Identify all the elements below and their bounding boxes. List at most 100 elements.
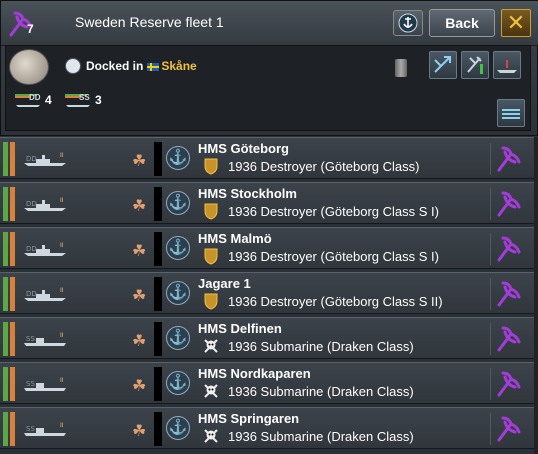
close-button[interactable]: ✕ xyxy=(501,9,531,37)
clover-icon: ☘ xyxy=(132,423,147,440)
clover-icon: ☘ xyxy=(132,243,147,260)
ship-name[interactable]: HMS Springaren xyxy=(198,411,299,426)
location-text: Docked in Skåne xyxy=(86,59,197,73)
ship-name[interactable]: HMS Delfinen xyxy=(198,321,282,336)
ship-row[interactable]: DD II ☘ ⚓ HMS Malmö 1936 Destroyer (Göteborg … xyxy=(0,227,538,269)
ship-type: 1936 Destroyer (Göteborg Class S I) xyxy=(228,249,439,264)
strength-bar xyxy=(3,412,8,446)
ship-name[interactable]: Jagare 1 xyxy=(198,276,251,291)
destroyer-silhouette-icon: DD II xyxy=(24,152,66,166)
destroyer-silhouette-icon: DD II xyxy=(24,242,66,256)
trident-icon xyxy=(497,281,521,307)
ship-row[interactable]: DD II ☘ ⚓ HMS Göteborg 1936 Destroyer (Götebo… xyxy=(0,137,538,179)
select-ship-button[interactable] xyxy=(490,233,527,265)
select-ship-button[interactable] xyxy=(490,188,527,220)
destroyer-silhouette-icon: DD II xyxy=(24,287,66,301)
anchor-icon: ⚓ xyxy=(166,371,190,395)
class-code: SS xyxy=(26,425,35,433)
class-code: SS xyxy=(26,380,35,388)
title-bar: 7 Sweden Reserve fleet 1 Back ✕ xyxy=(1,1,538,46)
gold-shield-icon xyxy=(204,248,218,265)
ship-row[interactable]: SS II ☘ ⚓ HMS Nordkaparen 1936 Submarine (Dra… xyxy=(0,362,538,404)
strength-bar xyxy=(3,187,8,221)
close-icon: ✕ xyxy=(506,10,526,35)
organization-bar xyxy=(10,322,15,356)
admiral-portrait[interactable] xyxy=(9,49,49,85)
ship-row[interactable]: SS II ☘ ⚓ HMS Springaren 1936 Submarine (Drak… xyxy=(0,407,538,449)
dd-count: 4 xyxy=(45,93,52,107)
rank-mark: II xyxy=(60,242,64,249)
clover-icon: ☘ xyxy=(132,153,147,170)
sortie-button[interactable] xyxy=(493,51,521,79)
fleet-mission-button[interactable] xyxy=(429,51,457,79)
organization-bar xyxy=(10,367,15,401)
destroyer-silhouette-icon: DD II xyxy=(24,197,66,211)
select-ship-button[interactable] xyxy=(490,368,527,400)
strength-bar xyxy=(3,232,8,266)
anchor-icon: ⚓ xyxy=(166,236,190,260)
fleet-size-count: 7 xyxy=(27,22,34,36)
select-ship-button[interactable] xyxy=(490,323,527,355)
rank-mark: II xyxy=(60,422,64,429)
harbor-button[interactable] xyxy=(393,10,423,36)
organization-bar xyxy=(10,232,15,266)
organization-bar xyxy=(10,412,15,446)
experience-bar xyxy=(154,142,162,176)
class-code: DD xyxy=(26,200,37,208)
submarine-silhouette-icon: SS II xyxy=(24,422,66,436)
trident-icon xyxy=(497,371,521,397)
ship-row[interactable]: DD II ☘ ⚓ Jagare 1 1936 Destroyer (Göteborg C… xyxy=(0,272,538,314)
rank-mark: II xyxy=(60,152,64,159)
clover-icon: ☘ xyxy=(132,198,147,215)
fleet-panel: 7 Sweden Reserve fleet 1 Back ✕ Docked i… xyxy=(0,0,538,136)
trident-icon xyxy=(497,326,521,352)
ship-type: 1936 Destroyer (Göteborg Class S I) xyxy=(228,204,439,219)
fuel-barrel-icon xyxy=(395,59,407,77)
select-ship-button[interactable] xyxy=(490,143,527,175)
anchor-icon: ⚓ xyxy=(166,146,190,170)
scrollbar[interactable] xyxy=(534,137,538,454)
clover-icon: ☘ xyxy=(132,378,147,395)
gold-shield-icon xyxy=(204,203,218,220)
rank-mark: II xyxy=(60,377,64,384)
repair-icon xyxy=(434,56,451,73)
wrench-icon xyxy=(467,56,483,74)
back-button[interactable]: Back xyxy=(429,9,495,37)
trident-icon xyxy=(497,236,521,262)
gold-shield-icon xyxy=(204,293,218,310)
select-ship-button[interactable] xyxy=(490,278,527,310)
refit-button[interactable] xyxy=(461,51,489,79)
submarine-silhouette-icon: SS II xyxy=(24,377,66,391)
ship-name[interactable]: HMS Göteborg xyxy=(198,141,289,156)
anchor-icon: ⚓ xyxy=(166,281,190,305)
fleet-composition-button[interactable] xyxy=(497,99,525,127)
harbor-icon xyxy=(398,13,418,33)
ship-row[interactable]: SS II ☘ ⚓ HMS Delfinen 1936 Submarine (Draken… xyxy=(0,317,538,359)
anchor-icon: ⚓ xyxy=(166,191,190,215)
class-code: DD xyxy=(26,245,37,253)
ship-name[interactable]: HMS Malmö xyxy=(198,231,272,246)
strength-bar xyxy=(3,322,8,356)
experience-bar xyxy=(154,412,162,446)
strength-bar xyxy=(3,367,8,401)
gold-shield-icon xyxy=(204,158,218,175)
ship-name[interactable]: HMS Stockholm xyxy=(198,186,297,201)
organization-bar xyxy=(10,277,15,311)
experience-bar xyxy=(154,367,162,401)
select-ship-button[interactable] xyxy=(490,413,527,445)
trident-icon xyxy=(497,416,521,442)
fleet-title[interactable]: Sweden Reserve fleet 1 xyxy=(75,14,224,30)
class-code: DD xyxy=(26,290,37,298)
warship-icon xyxy=(497,60,517,73)
ship-type: 1936 Destroyer (Göteborg Class) xyxy=(228,159,420,174)
rank-mark: II xyxy=(60,287,64,294)
class-code: DD xyxy=(26,155,37,163)
fleet-composition-icon xyxy=(502,109,520,119)
rank-mark: II xyxy=(60,332,64,339)
ship-row[interactable]: DD II ☘ ⚓ HMS Stockholm 1936 Destroyer (Göteb… xyxy=(0,182,538,224)
ship-type: 1936 Submarine (Draken Class) xyxy=(228,429,414,444)
location-name[interactable]: Skåne xyxy=(161,59,196,73)
ss-label: SS xyxy=(79,93,90,102)
strength-bar xyxy=(3,142,8,176)
ship-name[interactable]: HMS Nordkaparen xyxy=(198,366,311,381)
